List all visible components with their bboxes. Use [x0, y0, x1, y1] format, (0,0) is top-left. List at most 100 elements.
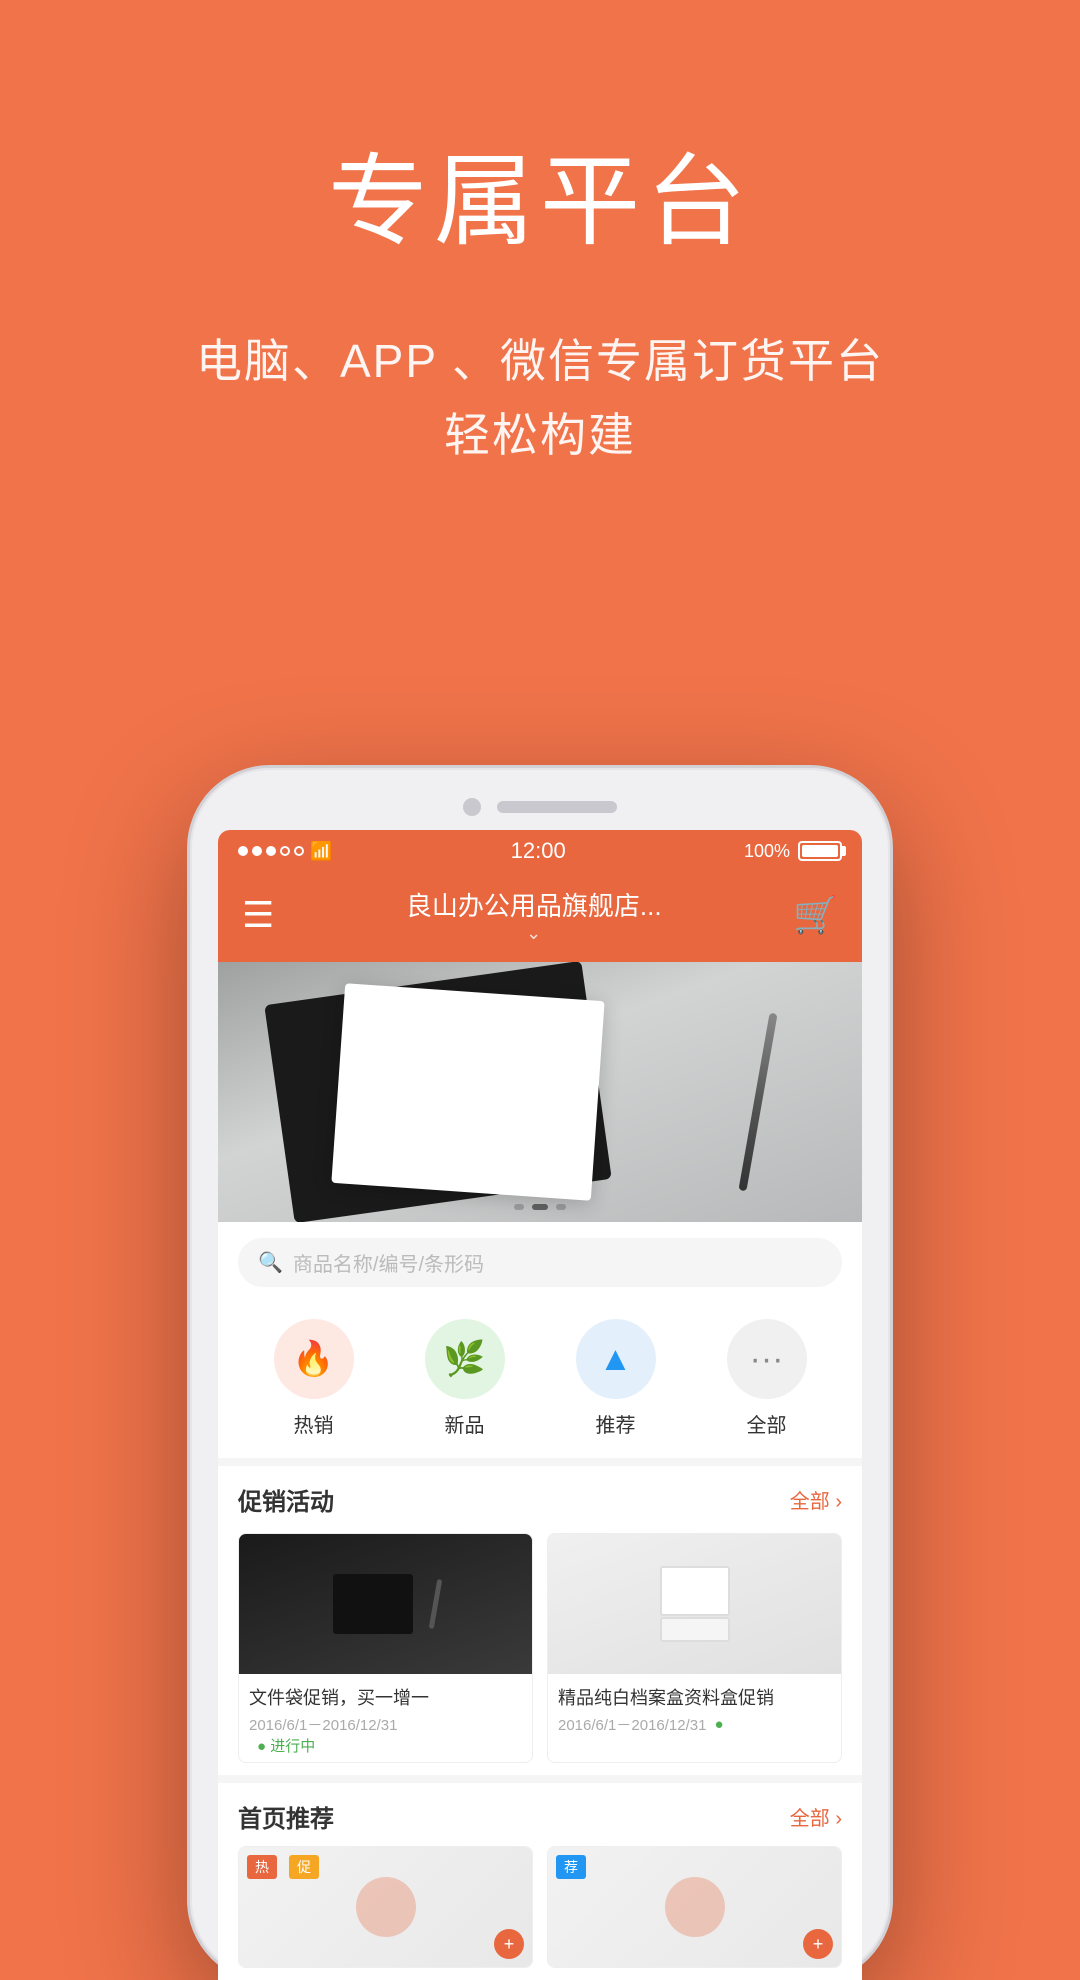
mini-clipboard — [333, 1574, 413, 1634]
banner-image — [218, 962, 862, 1222]
promo-card-1-status: ● 进行中 — [249, 1735, 522, 1756]
category-label-hot: 热销 — [294, 1409, 334, 1438]
banner[interactable] — [218, 962, 862, 1222]
menu-icon[interactable]: ☰ — [242, 894, 274, 936]
phone-screen: 📶 12:00 100% ☰ 良山办公用品旗舰店... ⌄ — [218, 830, 862, 1980]
promo-card-2-info: 精品纯白档案盒资料盒促销 2016/6/1－2016/12/31 ● — [548, 1674, 841, 1741]
promo-card-2-img-light — [548, 1534, 841, 1674]
promo-card-1[interactable]: 文件袋促销，买一增一 2016/6/1－2016/12/31 ● 进行中 — [238, 1533, 533, 1763]
badge-hot: 热 — [247, 1855, 277, 1879]
promo-card-1-name: 文件袋促销，买一增一 — [249, 1684, 522, 1710]
signal-dot-3 — [266, 846, 276, 856]
recommend-more-button[interactable]: 全部 › — [790, 1802, 842, 1831]
mini-pen — [429, 1579, 443, 1629]
product-card-1[interactable]: 热 促 + — [238, 1846, 533, 1968]
recommend-section-header: 首页推荐 全部 › — [238, 1799, 842, 1834]
hero-section: 专属平台 电脑、APP 、微信专属订货平台 轻松构建 — [0, 0, 1080, 532]
battery-tip — [842, 846, 846, 856]
mini-box — [660, 1566, 730, 1616]
promo-card-1-date-row: 2016/6/1－2016/12/31 — [249, 1714, 522, 1735]
badge-promo: 促 — [289, 1855, 319, 1879]
pen-shape — [738, 1013, 777, 1192]
category-icon-rec: ▲ — [576, 1319, 656, 1399]
status-time: 12:00 — [511, 838, 566, 864]
promo-more-button[interactable]: 全部 › — [790, 1485, 842, 1514]
product-icon-2 — [665, 1877, 725, 1937]
search-bar[interactable]: 🔍 商品名称/编号/条形码 — [238, 1238, 842, 1287]
promo-card-1-info: 文件袋促销，买一增一 2016/6/1－2016/12/31 ● 进行中 — [239, 1674, 532, 1762]
category-item-hot[interactable]: 🔥 热销 — [274, 1319, 354, 1438]
recommend-section: 首页推荐 全部 › 热 促 + — [218, 1775, 862, 1980]
phone-top — [218, 798, 862, 816]
search-icon: 🔍 — [258, 1250, 283, 1275]
category-label-new: 新品 — [445, 1409, 485, 1438]
hero-subtitle-line1: 电脑、APP 、微信专属订货平台 — [196, 335, 884, 387]
hero-subtitle-line2: 轻松构建 — [444, 409, 636, 461]
promo-card-1-image — [239, 1534, 532, 1674]
cart-icon[interactable]: 🛒 — [793, 894, 838, 936]
hero-subtitle: 电脑、APP 、微信专属订货平台 轻松构建 — [0, 325, 1080, 472]
promo-section: 促销活动 全部 › — [218, 1458, 862, 1775]
status-right: 100% — [744, 841, 842, 862]
recommend-more-label: 全部 — [790, 1808, 830, 1830]
badge-rec: 荐 — [556, 1855, 586, 1879]
product-row: 热 促 + 荐 + — [238, 1846, 842, 1968]
signal-dot-1 — [238, 846, 248, 856]
cart-add-icon-2[interactable]: + — [803, 1929, 833, 1959]
promo-card-1-date: 2016/6/1－2016/12/31 — [249, 1714, 397, 1735]
promo-card-2[interactable]: 精品纯白档案盒资料盒促销 2016/6/1－2016/12/31 ● — [547, 1533, 842, 1763]
phone-camera — [463, 798, 481, 816]
product-card-2-image: 荐 + — [548, 1847, 841, 1967]
phone-speaker — [497, 801, 617, 813]
promo-section-header: 促销活动 全部 › — [238, 1482, 842, 1517]
nav-chevron-icon: ⌄ — [526, 923, 541, 944]
nav-bar: ☰ 良山办公用品旗舰店... ⌄ 🛒 — [218, 872, 862, 962]
banner-dot-2 — [532, 1204, 548, 1210]
promo-card-2-date-row: 2016/6/1－2016/12/31 ● — [558, 1714, 831, 1735]
phone-frame: 📶 12:00 100% ☰ 良山办公用品旗舰店... ⌄ — [190, 768, 890, 1980]
promo-grid: 文件袋促销，买一增一 2016/6/1－2016/12/31 ● 进行中 — [238, 1533, 842, 1763]
nav-title: 良山办公用品旗舰店... — [406, 886, 662, 923]
signal-dot-5 — [294, 846, 304, 856]
promo-card-2-image — [548, 1534, 841, 1674]
product-card-1-image: 热 促 + — [239, 1847, 532, 1967]
promo-card-1-img-dark — [239, 1534, 532, 1674]
promo-section-title: 促销活动 — [238, 1482, 334, 1517]
category-icon-all: ··· — [727, 1319, 807, 1399]
paper-shape — [331, 983, 604, 1201]
signal-dot-2 — [252, 846, 262, 856]
hero-title: 专属平台 — [0, 120, 1080, 265]
promo-more-label: 全部 — [790, 1491, 830, 1513]
signal-dot-4 — [280, 846, 290, 856]
search-placeholder: 商品名称/编号/条形码 — [293, 1248, 484, 1277]
category-label-rec: 推荐 — [596, 1409, 636, 1438]
battery-bar — [798, 841, 842, 861]
status-left: 📶 — [238, 841, 332, 862]
banner-dot-1 — [514, 1204, 524, 1210]
product-card-2[interactable]: 荐 + — [547, 1846, 842, 1968]
battery-fill — [802, 845, 838, 857]
banner-dot-3 — [556, 1204, 566, 1210]
category-item-rec[interactable]: ▲ 推荐 — [576, 1319, 656, 1438]
mini-flap — [660, 1617, 730, 1642]
promo-card-2-status-text: ● — [714, 1716, 723, 1733]
recommend-section-title: 首页推荐 — [238, 1799, 334, 1834]
category-icon-new: 🌿 — [425, 1319, 505, 1399]
category-icon-hot: 🔥 — [274, 1319, 354, 1399]
wifi-icon: 📶 — [310, 841, 332, 862]
promo-card-2-date: 2016/6/1－2016/12/31 — [558, 1714, 706, 1735]
promo-more-chevron-icon: › — [835, 1491, 842, 1513]
product-icon-1 — [356, 1877, 416, 1937]
promo-card-1-status-text: ● 进行中 — [257, 1735, 315, 1756]
signal-dots — [238, 846, 304, 856]
battery-percent: 100% — [744, 841, 790, 862]
phone-mockup: 📶 12:00 100% ☰ 良山办公用品旗舰店... ⌄ — [190, 768, 890, 1980]
recommend-more-chevron-icon: › — [835, 1808, 842, 1830]
category-item-new[interactable]: 🌿 新品 — [425, 1319, 505, 1438]
category-item-all[interactable]: ··· 全部 — [727, 1319, 807, 1438]
cart-add-icon[interactable]: + — [494, 1929, 524, 1959]
status-bar: 📶 12:00 100% — [218, 830, 862, 872]
banner-dots — [514, 1204, 566, 1210]
category-label-all: 全部 — [747, 1409, 787, 1438]
category-row: 🔥 热销 🌿 新品 ▲ 推荐 ··· 全部 — [218, 1303, 862, 1458]
